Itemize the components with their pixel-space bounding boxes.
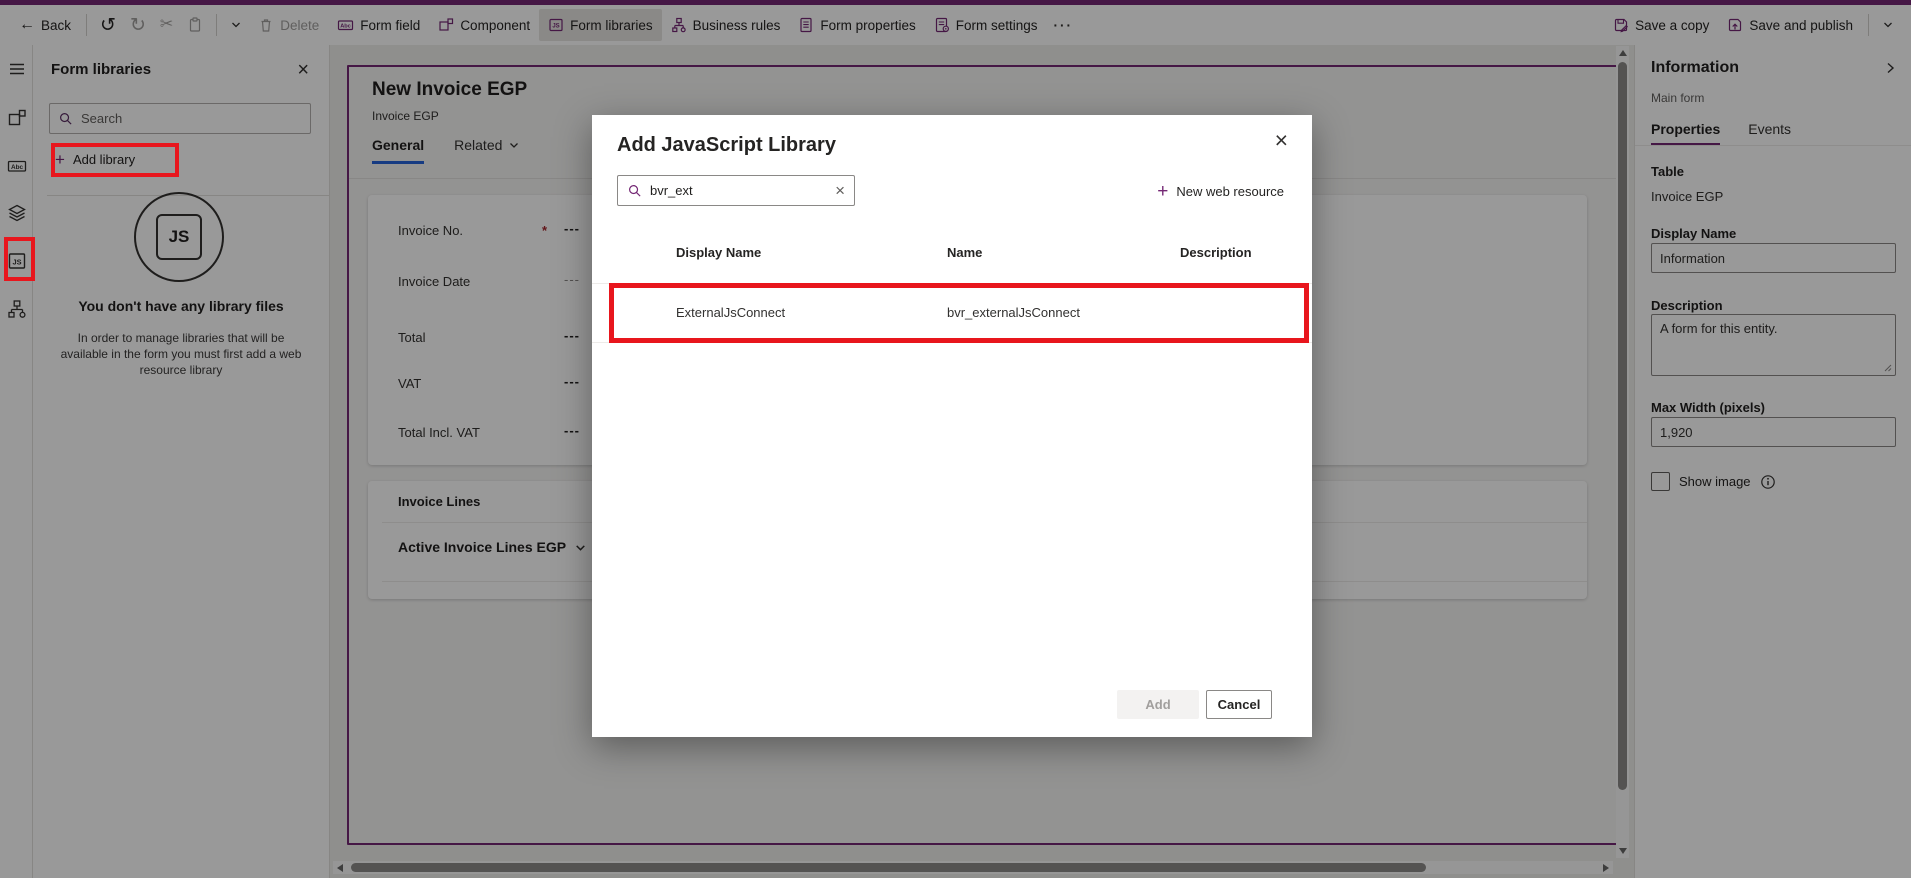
resource-table-row[interactable]: ExternalJsConnect bvr_externalJsConnect — [592, 283, 1312, 343]
clear-search-icon[interactable]: × — [835, 181, 845, 201]
dialog-title: Add JavaScript Library — [617, 134, 836, 156]
plus-icon: + — [1157, 181, 1169, 202]
add-button[interactable]: Add — [1117, 690, 1199, 719]
search-icon — [629, 185, 641, 197]
column-description: Description — [1180, 245, 1252, 260]
dialog-close-button[interactable]: × — [1267, 125, 1296, 156]
resource-table-header: Display Name Name Description — [592, 245, 1312, 283]
column-name: Name — [947, 245, 983, 260]
form-designer-app: ← Back ↺ ↻ ✂ Delete Abc Form field Compo… — [0, 0, 1911, 878]
new-web-resource-button[interactable]: + New web resource — [1157, 182, 1284, 201]
close-icon: × — [1274, 127, 1288, 153]
add-javascript-library-dialog: Add JavaScript Library × bvr_ext × + New… — [592, 115, 1312, 737]
new-web-resource-label: New web resource — [1176, 184, 1284, 199]
search-value: bvr_ext — [650, 183, 693, 198]
cancel-button[interactable]: Cancel — [1206, 690, 1272, 719]
column-display-name: Display Name — [676, 245, 762, 260]
library-search-box[interactable]: bvr_ext × — [617, 175, 855, 206]
cell-name: bvr_externalJsConnect — [947, 305, 1080, 320]
cell-display-name: ExternalJsConnect — [676, 305, 786, 320]
